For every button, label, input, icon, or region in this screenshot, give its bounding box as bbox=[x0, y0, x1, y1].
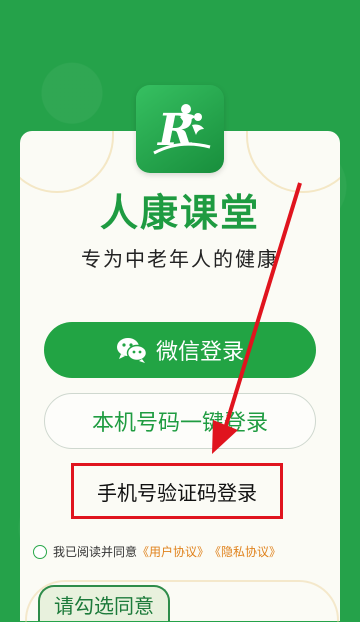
brand-title: 人康课堂 bbox=[99, 191, 260, 235]
user-agreement-link[interactable]: 《用户协议》 bbox=[137, 543, 209, 560]
toast-message: 请勾选同意 bbox=[38, 585, 170, 621]
agreement-prefix: 我已阅读并同意 bbox=[53, 545, 138, 559]
brand-slogan: 专为中老年人的健康 bbox=[81, 247, 279, 271]
sms-login-button[interactable]: 手机号验证码登录 bbox=[71, 463, 283, 519]
one-click-login-label: 本机号码一键登录 bbox=[91, 411, 268, 436]
renkang-logo-icon: R bbox=[153, 104, 211, 156]
wechat-login-label: 微信登录 bbox=[155, 340, 244, 365]
one-click-login-button[interactable]: 本机号码一键登录 bbox=[44, 393, 316, 449]
wechat-icon bbox=[116, 338, 148, 363]
privacy-policy-link[interactable]: 《隐私协议》 bbox=[209, 543, 281, 560]
agreement-checkbox[interactable] bbox=[33, 544, 47, 559]
sms-login-label: 手机号验证码登录 bbox=[97, 480, 257, 505]
wechat-login-button[interactable]: 微信登录 bbox=[44, 322, 316, 378]
agreement-row: 我已阅读并同意 《用户协议》 《隐私协议》 bbox=[33, 543, 281, 560]
app-logo: R bbox=[136, 85, 224, 173]
